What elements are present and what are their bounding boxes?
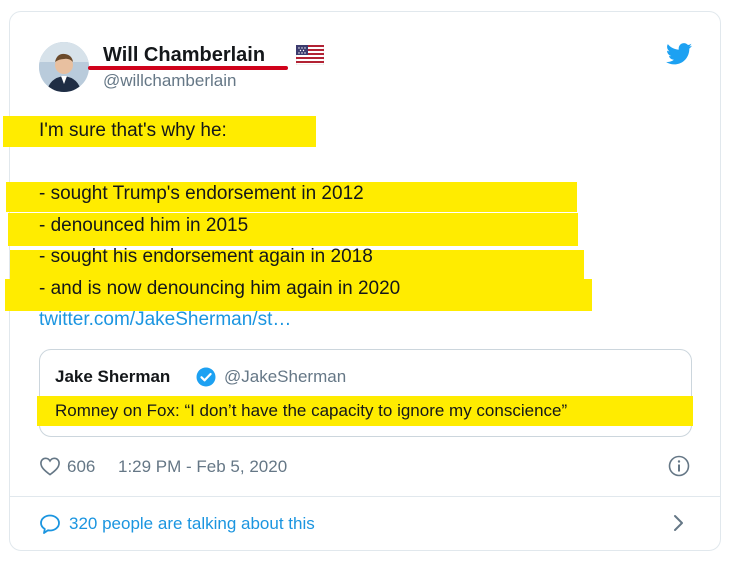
quoted-author-name[interactable]: Jake Sherman (55, 367, 170, 387)
us-flag-icon (296, 45, 324, 65)
quoted-tweet-text: Romney on Fox: “I don’t have the capacit… (55, 401, 568, 420)
tweet-link[interactable]: twitter.com/JakeSherman/st… (39, 309, 291, 331)
red-underline-annotation (88, 66, 288, 70)
info-icon[interactable] (668, 455, 690, 477)
author-avatar[interactable] (39, 42, 89, 92)
author-name[interactable]: Will Chamberlain (103, 44, 265, 67)
chevron-right-icon[interactable] (672, 512, 686, 534)
conversation-link[interactable]: 320 people are talking about this (69, 514, 315, 534)
tweet-timestamp[interactable]: 1:29 PM - Feb 5, 2020 (118, 457, 287, 477)
speech-bubble-icon[interactable] (39, 513, 61, 535)
quoted-author-handle[interactable]: @JakeSherman (224, 367, 346, 387)
twitter-bird-icon[interactable] (666, 43, 692, 65)
verified-badge-icon (196, 367, 216, 387)
tweet-text-line: - denounced him in 2015 (39, 215, 249, 236)
tweet-text-line: - sought Trump's endorsement in 2012 (39, 183, 364, 204)
author-handle[interactable]: @willchamberlain (103, 71, 236, 91)
footer-divider (10, 496, 720, 497)
tweet-text-line: I'm sure that's why he: (39, 120, 227, 141)
tweet-text-line: - sought his endorsement again in 2018 (39, 246, 373, 267)
like-count[interactable]: 606 (67, 457, 95, 477)
heart-icon[interactable] (39, 456, 61, 476)
tweet-text-line: - and is now denouncing him again in 202… (39, 278, 401, 299)
